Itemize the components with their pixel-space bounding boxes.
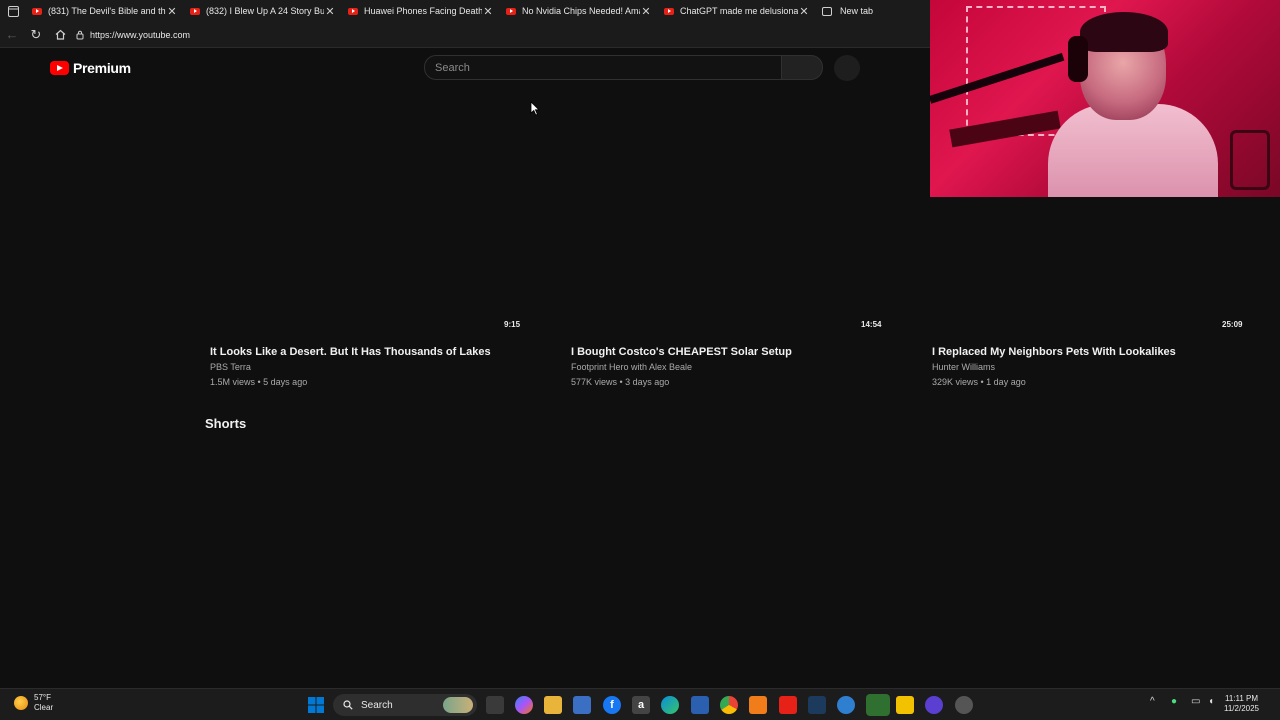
weather-condition: Clear — [34, 703, 54, 712]
webcam-person-hair — [1080, 12, 1168, 52]
tab-close-icon[interactable]: ✕ — [640, 5, 652, 18]
obs-icon[interactable] — [925, 696, 943, 714]
facebook-icon[interactable]: f — [603, 696, 621, 714]
task-view-icon[interactable] — [486, 696, 504, 714]
video-meta: 329K views • 1 day ago — [932, 377, 1026, 387]
sticky-notes-icon[interactable] — [896, 696, 914, 714]
webcam-overlay — [930, 0, 1280, 197]
windows-logo-icon — [308, 697, 324, 713]
taskbar-search[interactable]: Search — [333, 694, 477, 716]
steam-icon[interactable] — [808, 696, 826, 714]
copilot-icon[interactable] — [515, 696, 533, 714]
browser-tab[interactable]: ChatGPT made me delusional - Y ✕ — [658, 0, 816, 22]
tab-close-icon[interactable]: ✕ — [166, 5, 178, 18]
microsoft-store-icon[interactable] — [573, 696, 591, 714]
xbox-icon[interactable] — [866, 694, 890, 716]
app-icon[interactable] — [955, 696, 973, 714]
video-title[interactable]: I Replaced My Neighbors Pets With Lookal… — [932, 346, 1176, 358]
webcam-headset — [1068, 36, 1088, 82]
tab-actions-button[interactable] — [0, 0, 26, 22]
new-tab-page-icon — [822, 6, 832, 16]
tab-title: (832) I Blew Up A 24 Story Buildin — [206, 6, 324, 16]
weather-sun-icon — [14, 696, 28, 710]
video-meta: 1.5M views • 5 days ago — [210, 377, 308, 387]
settings-gear-icon[interactable] — [837, 696, 855, 714]
edge-browser-icon[interactable] — [661, 696, 679, 714]
weather-widget[interactable]: 57°F Clear — [14, 693, 53, 713]
youtube-logo-icon — [50, 61, 69, 75]
youtube-favicon-icon — [190, 7, 200, 15]
video-duration: 14:54 — [861, 320, 882, 329]
search-button[interactable] — [781, 55, 823, 80]
back-arrow-icon: ← — [5, 27, 19, 42]
mouse-cursor-icon — [530, 101, 540, 116]
microphone-icon[interactable]: ● — [1171, 696, 1177, 707]
network-icon[interactable]: ▭ — [1191, 696, 1200, 707]
home-icon — [55, 29, 65, 40]
youtube-favicon-icon — [506, 7, 516, 15]
reload-button[interactable]: ↻ — [24, 23, 48, 47]
file-explorer-icon[interactable] — [544, 696, 562, 714]
video-title[interactable]: I Bought Costco's CHEAPEST Solar Setup — [571, 346, 792, 358]
back-button[interactable]: ← — [0, 23, 24, 47]
taskbar-clock[interactable]: 11:11 PM 11/2/2025 — [1224, 694, 1259, 714]
calculator-icon[interactable] — [691, 696, 709, 714]
clock-date: 11/2/2025 — [1224, 704, 1259, 713]
browser-tab[interactable]: Huawei Phones Facing Death! Str ✕ — [342, 0, 500, 22]
weather-temp: 57°F — [34, 693, 51, 702]
video-duration: 9:15 — [504, 320, 521, 329]
site-info-lock-icon — [76, 30, 84, 39]
youtube-favicon-icon — [664, 7, 674, 15]
browser-tab[interactable]: (831) The Devil's Bible and the Ne ✕ — [26, 0, 184, 22]
reload-icon: ↻ — [30, 26, 42, 42]
tab-title: No Nvidia Chips Needed! Amazo — [522, 6, 640, 16]
webcam-lamp — [1230, 130, 1270, 190]
video-duration: 25:09 — [1222, 320, 1243, 329]
youtube-favicon-icon — [32, 7, 42, 15]
tab-title: Huawei Phones Facing Death! Str — [364, 6, 482, 16]
video-channel[interactable]: PBS Terra — [210, 362, 251, 372]
browser-tab[interactable]: (832) I Blew Up A 24 Story Buildin ✕ — [184, 0, 342, 22]
video-channel[interactable]: Footprint Hero with Alex Beale — [571, 362, 692, 372]
search-placeholder: Search — [435, 61, 470, 74]
volume-icon[interactable]: ◖ — [1208, 696, 1214, 707]
amazon-icon[interactable]: a — [632, 696, 650, 714]
youtube-favicon-icon — [348, 7, 358, 15]
search-icon — [343, 700, 353, 710]
tab-actions-icon — [7, 5, 19, 17]
video-channel[interactable]: Hunter Williams — [932, 362, 995, 372]
chrome-icon[interactable] — [720, 696, 738, 714]
vlc-icon[interactable] — [749, 696, 767, 714]
youtube-app-icon[interactable] — [779, 696, 797, 714]
url-field[interactable]: https://www.youtube.com — [76, 25, 190, 45]
tab-close-icon[interactable]: ✕ — [324, 5, 336, 18]
home-button[interactable] — [48, 23, 72, 47]
logo-text: Premium — [73, 60, 131, 76]
video-meta: 577K views • 3 days ago — [571, 377, 670, 387]
windows-taskbar: 57°F Clear Search f a ^ ● ▭ ◖ 11:11 PM 1… — [0, 688, 1280, 720]
tab-close-icon[interactable]: ✕ — [798, 5, 810, 18]
youtube-premium-logo[interactable]: Premium — [50, 60, 131, 76]
tab-close-icon[interactable]: ✕ — [482, 5, 494, 18]
screen: (831) The Devil's Bible and the Ne ✕ (83… — [0, 0, 1280, 720]
show-hidden-icons-chevron-icon[interactable]: ^ — [1150, 696, 1155, 707]
taskbar-search-label: Search — [361, 699, 393, 711]
search-input[interactable]: Search — [424, 55, 782, 80]
tab-title: (831) The Devil's Bible and the Ne — [48, 6, 166, 16]
voice-search-button[interactable] — [834, 55, 860, 81]
shorts-heading: Shorts — [205, 416, 247, 431]
tab-title: ChatGPT made me delusional - Y — [680, 6, 798, 16]
search-highlight-image — [443, 697, 473, 713]
start-button[interactable] — [307, 696, 325, 714]
browser-tab[interactable]: No Nvidia Chips Needed! Amazo ✕ — [500, 0, 658, 22]
video-title[interactable]: It Looks Like a Desert. But It Has Thous… — [210, 346, 491, 358]
url-text: https://www.youtube.com — [90, 29, 191, 40]
clock-time: 11:11 PM — [1224, 694, 1259, 703]
